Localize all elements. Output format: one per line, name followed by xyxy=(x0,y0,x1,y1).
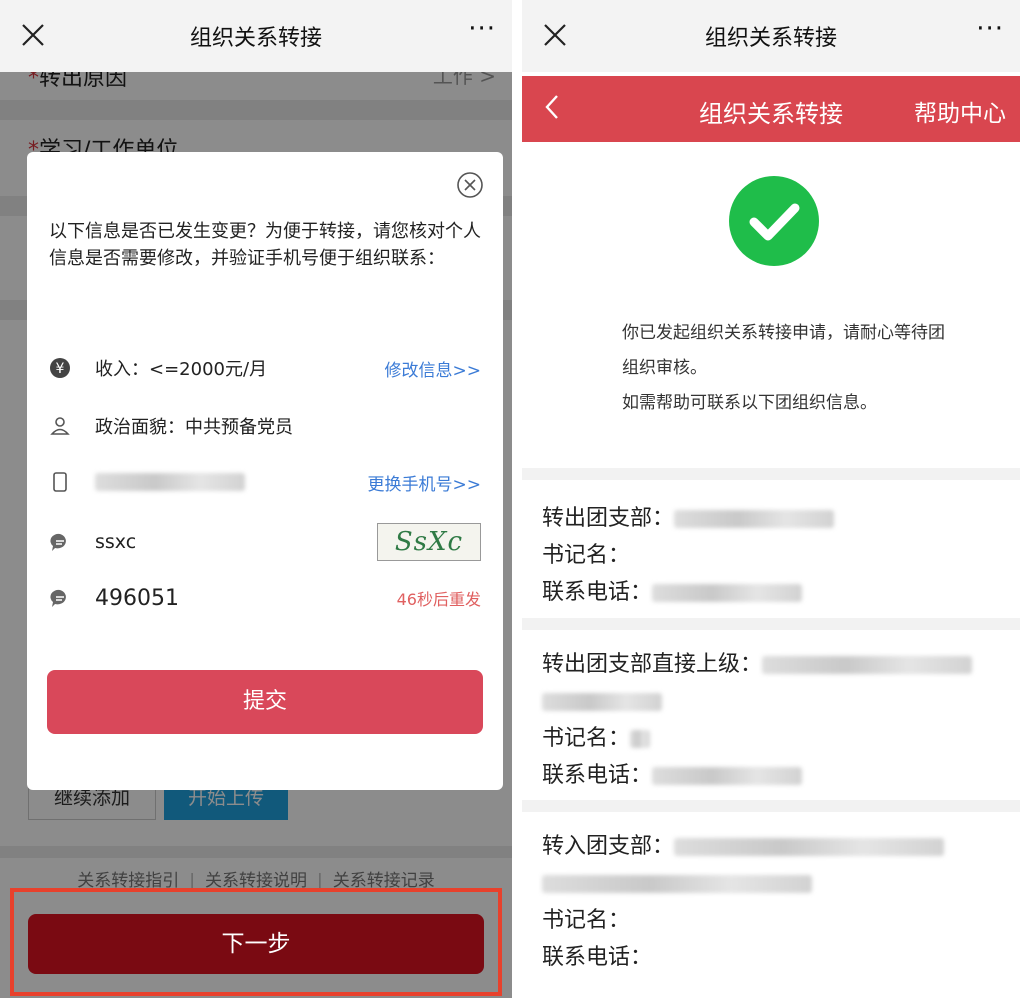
blurred-value xyxy=(674,510,835,528)
info-label: 转出团支部直接上级： xyxy=(542,652,763,677)
info-label: 书记名： xyxy=(542,726,631,751)
info-line: 转出团支部直接上级： xyxy=(542,646,1000,683)
captcha-row: ssxc SsXc xyxy=(49,522,481,562)
left-phone-screen: 组织关系转接 ··· *转出原因 工作 > *学习/工作单位 继续添加 开始上传… xyxy=(0,0,512,998)
app-header: 组织关系转接 帮助中心 xyxy=(522,76,1020,142)
info-line: 联系电话： xyxy=(542,757,1000,794)
navbar: 组织关系转接 ··· xyxy=(0,0,512,72)
more-icon[interactable]: ··· xyxy=(468,14,496,44)
blurred-value xyxy=(652,767,803,785)
window-title: 组织关系转接 xyxy=(189,26,322,51)
svg-text:¥: ¥ xyxy=(56,361,65,377)
modal-message: 以下信息是否已发生变更？为便于转接，请您核对个人信息是否需要修改，并验证手机号便… xyxy=(49,221,481,269)
status-line: 你已发起组织关系转接申请，请耐心等待团 xyxy=(622,323,945,343)
resend-countdown: 46秒后重发 xyxy=(396,590,481,609)
blurred-value xyxy=(762,656,973,674)
info-line: 联系电话： xyxy=(542,574,1000,611)
info-label: 转出团支部： xyxy=(542,506,675,531)
next-highlight-box: 下一步 xyxy=(10,888,502,996)
message-icon xyxy=(50,533,66,551)
success-check-icon xyxy=(729,176,819,266)
more-icon[interactable]: ··· xyxy=(976,14,1004,44)
close-icon[interactable] xyxy=(16,18,50,52)
close-icon[interactable] xyxy=(538,18,572,52)
section-divider xyxy=(522,468,1020,480)
captcha-image[interactable]: SsXc xyxy=(377,523,481,561)
info-label: 联系电话： xyxy=(542,580,653,605)
close-circle-icon[interactable] xyxy=(455,170,485,200)
person-icon xyxy=(50,417,70,435)
info-label: 联系电话： xyxy=(542,945,653,970)
message-icon xyxy=(50,589,66,607)
political-text: 政治面貌：中共预备党员 xyxy=(95,417,293,438)
transfer-out-branch-section: 转出团支部： 书记名： 联系电话： xyxy=(542,500,1000,611)
info-line: 书记名： xyxy=(542,720,1000,757)
blurred-value xyxy=(674,838,945,856)
info-line: 转出团支部： xyxy=(542,500,1000,537)
transfer-in-branch-section: 转入团支部： 书记名： 联系电话： xyxy=(542,828,1000,976)
info-label: 书记名： xyxy=(542,543,631,568)
captcha-input[interactable]: ssxc xyxy=(95,531,136,553)
section-divider xyxy=(522,618,1020,630)
submit-button[interactable]: 提交 xyxy=(47,670,483,734)
help-center-link[interactable]: 帮助中心 xyxy=(914,94,1006,128)
right-phone-screen: 组织关系转接 ··· 组织关系转接 帮助中心 你已发起组织关系转接申请，请耐心等… xyxy=(522,0,1020,998)
info-line: 书记名： xyxy=(542,537,1000,574)
change-phone-link[interactable]: 更换手机号>> xyxy=(368,470,482,495)
mobile-phone-icon xyxy=(53,472,67,492)
window-title: 组织关系转接 xyxy=(704,26,837,51)
blurred-value xyxy=(542,693,662,711)
verify-info-modal: 以下信息是否已发生变更？为便于转接，请您核对个人信息是否需要修改，并验证手机号便… xyxy=(27,152,503,790)
info-label: 书记名： xyxy=(542,908,631,933)
info-label: 转入团支部： xyxy=(542,834,675,859)
blurred-value xyxy=(652,584,803,602)
political-row: 政治面貌：中共预备党员 xyxy=(49,410,481,442)
income-text: 收入：<=2000元/月 xyxy=(95,359,268,380)
sms-code-row: 496051 46秒后重发 xyxy=(49,582,481,614)
yen-icon: ¥ xyxy=(50,358,70,378)
info-line xyxy=(542,683,1000,720)
status-line: 如需帮助可联系以下团组织信息。 xyxy=(622,393,877,413)
blurred-value xyxy=(630,730,651,748)
status-line: 组织审核。 xyxy=(622,358,707,378)
phone-row: 更换手机号>> xyxy=(49,466,481,498)
income-row: ¥ 收入：<=2000元/月 修改信息>> xyxy=(49,352,481,384)
next-button[interactable]: 下一步 xyxy=(28,914,484,974)
info-line: 书记名： xyxy=(542,902,1000,939)
edit-info-link[interactable]: 修改信息>> xyxy=(385,356,482,381)
section-divider xyxy=(522,800,1020,812)
info-label: 联系电话： xyxy=(542,763,653,788)
phone-number-blurred xyxy=(95,473,245,491)
status-message: 你已发起组织关系转接申请，请耐心等待团 组织审核。 如需帮助可联系以下团组织信息… xyxy=(622,316,980,421)
sms-code-input[interactable]: 496051 xyxy=(95,586,179,611)
info-line xyxy=(542,865,1000,902)
info-line: 联系电话： xyxy=(542,939,1000,976)
blurred-value xyxy=(542,875,812,893)
info-line: 转入团支部： xyxy=(542,828,1000,865)
navbar: 组织关系转接 ··· xyxy=(522,0,1020,72)
transfer-out-superior-section: 转出团支部直接上级： 书记名： 联系电话： xyxy=(542,646,1000,794)
